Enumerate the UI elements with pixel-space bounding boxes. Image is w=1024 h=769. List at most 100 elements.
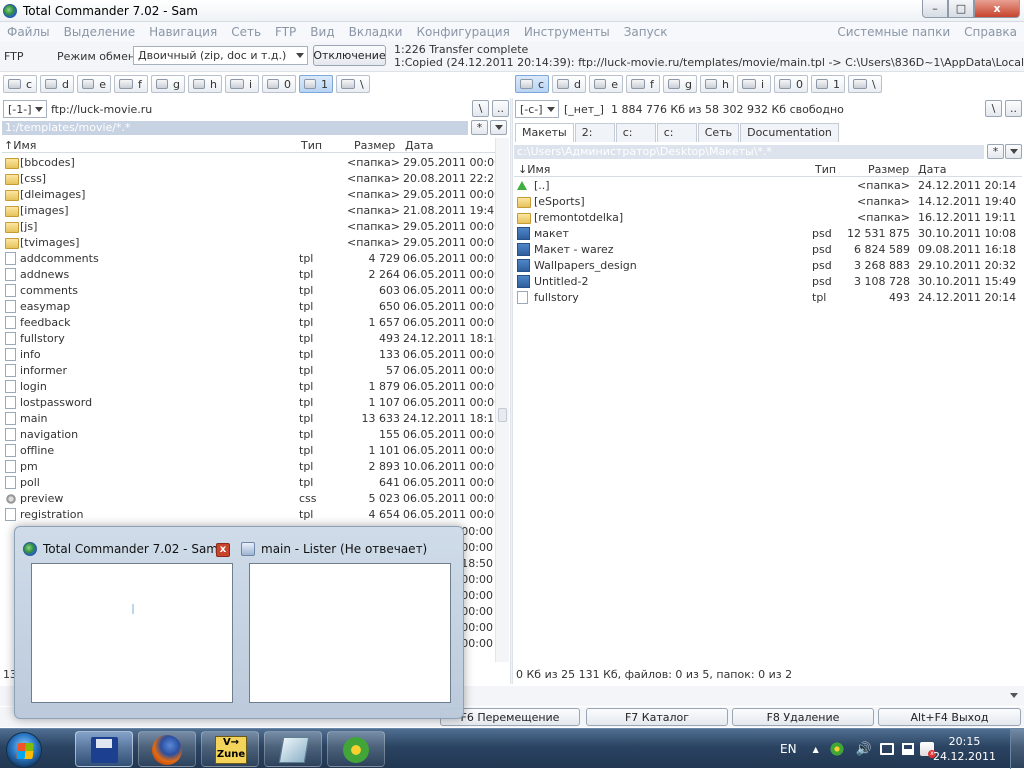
table-row[interactable]: [eSports] <папка> 14.12.2011 19:40 [514, 194, 1022, 210]
left-drive-9[interactable]: \ [336, 75, 370, 93]
right-drive-4[interactable]: g [663, 75, 697, 93]
table-row[interactable]: fullstory tpl 493 24.12.2011 18:14 [2, 331, 495, 347]
left-drive-3[interactable]: f [114, 75, 148, 93]
right-drive-8[interactable]: 1 [811, 75, 845, 93]
table-row[interactable]: lostpassword tpl 1 107 06.05.2011 00:00 [2, 395, 495, 411]
language-indicator[interactable]: EN [780, 742, 797, 756]
clock[interactable]: 20:15 24.12.2011 [933, 734, 996, 764]
transfer-mode-select[interactable]: Двоичный (zip, doc и т.д.) [133, 46, 308, 65]
table-row[interactable]: info tpl 133 06.05.2011 00:00 [2, 347, 495, 363]
left-drive-5[interactable]: h [188, 75, 222, 93]
right-drive-2[interactable]: e [589, 75, 623, 93]
tab-4[interactable]: Сеть [697, 123, 740, 142]
menu-item-9[interactable]: Запуск [617, 25, 675, 39]
left-drive-1[interactable]: d [40, 75, 74, 93]
menu-item-4[interactable]: FTP [268, 25, 303, 39]
taskbar-save-disk[interactable] [75, 731, 133, 767]
menu-item-right-0[interactable]: Системные папки [830, 25, 957, 39]
header-size[interactable]: Размер [354, 139, 395, 152]
right-drive-6[interactable]: i [737, 75, 771, 93]
thumbnail-lister[interactable]: main - Lister (Не отвечает) [241, 535, 455, 707]
table-row[interactable]: addnews tpl 2 264 06.05.2011 00:00 [2, 267, 495, 283]
table-row[interactable]: login tpl 1 879 06.05.2011 00:00 [2, 379, 495, 395]
header-date[interactable]: Дата [918, 163, 946, 176]
table-row[interactable]: main tpl 13 633 24.12.2011 18:11 [2, 411, 495, 427]
table-row[interactable]: [tvimages] <папка> 29.05.2011 00:00 [2, 235, 495, 251]
table-row[interactable]: addcomments tpl 4 729 06.05.2011 00:00 [2, 251, 495, 267]
power-icon[interactable] [901, 743, 914, 755]
left-drive-2[interactable]: e [77, 75, 111, 93]
menu-item-1[interactable]: Выделение [57, 25, 142, 39]
taskbar-firefox[interactable] [138, 731, 196, 767]
table-row[interactable]: макет psd 12 531 875 30.10.2011 10:08 [514, 226, 1022, 242]
right-drive-0[interactable]: c [515, 75, 549, 93]
right-drive-9[interactable]: \ [848, 75, 882, 93]
header-type[interactable]: Тип [301, 139, 322, 152]
left-drive-combo[interactable]: [-1-] [3, 100, 47, 118]
disconnect-button[interactable]: Отключение [313, 45, 386, 66]
icq-tray-icon[interactable] [829, 742, 844, 756]
menu-item-5[interactable]: Вид [303, 25, 341, 39]
table-row[interactable]: navigation tpl 155 06.05.2011 00:00 [2, 427, 495, 443]
tab-0[interactable]: Макеты [515, 123, 574, 142]
table-row[interactable]: Wallpapers_design psd 3 268 883 29.10.2011 … [514, 258, 1022, 274]
volume-icon[interactable]: 🔊 [856, 742, 872, 757]
table-row[interactable]: feedback tpl 1 657 06.05.2011 00:00 [2, 315, 495, 331]
left-history-button[interactable]: * [471, 120, 488, 135]
header-name[interactable]: ↓Имя [518, 163, 550, 176]
right-drive-5[interactable]: h [700, 75, 734, 93]
header-size[interactable]: Размер [868, 163, 909, 176]
show-desktop-button[interactable] [1010, 729, 1024, 769]
close-button[interactable]: x [974, 0, 1020, 18]
table-row[interactable]: [..] <папка> 24.12.2011 20:14 [514, 178, 1022, 194]
right-drive-3[interactable]: f [626, 75, 660, 93]
left-drive-7[interactable]: 0 [262, 75, 296, 93]
action-center-flag-icon[interactable]: x [919, 742, 936, 758]
taskbar-icq[interactable] [327, 731, 385, 767]
right-root-button[interactable]: \ [985, 100, 1002, 117]
left-drive-8[interactable]: 1 [299, 75, 333, 93]
header-name[interactable]: ↑Имя [4, 139, 36, 152]
menu-item-7[interactable]: Конфигурация [409, 25, 516, 39]
left-drive-0[interactable]: c [3, 75, 37, 93]
network-icon[interactable] [879, 743, 894, 755]
menu-item-6[interactable]: Вкладки [342, 25, 410, 39]
table-row[interactable]: preview css 5 023 06.05.2011 00:00 [2, 491, 495, 507]
table-row[interactable]: [dleimages] <папка> 29.05.2011 00:00 [2, 187, 495, 203]
table-row[interactable]: pm tpl 2 893 10.06.2011 00:00 [2, 459, 495, 475]
table-row[interactable]: [images] <папка> 21.08.2011 19:43 [2, 203, 495, 219]
taskbar-notepad[interactable] [264, 731, 322, 767]
right-up-button[interactable]: .. [1005, 100, 1022, 117]
table-row[interactable]: Макет - warez psd 6 824 589 09.08.2011 16:1… [514, 242, 1022, 258]
table-row[interactable]: registration tpl 4 654 06.05.2011 00:00 [2, 507, 495, 523]
alt-f4-exit-button[interactable]: Alt+F4 Выход [878, 708, 1021, 726]
left-drive-6[interactable]: i [225, 75, 259, 93]
tab-2[interactable]: c: [615, 123, 656, 142]
left-scrollbar[interactable] [495, 138, 509, 662]
show-hidden-icons-button[interactable]: ▲ [813, 745, 819, 754]
panel-divider[interactable] [510, 98, 513, 684]
left-drive-4[interactable]: g [151, 75, 185, 93]
menu-item-3[interactable]: Сеть [224, 25, 268, 39]
f7-mkdir-button[interactable]: F7 Каталог [586, 708, 728, 726]
table-row[interactable]: comments tpl 603 06.05.2011 00:00 [2, 283, 495, 299]
table-row[interactable]: offline tpl 1 101 06.05.2011 00:00 [2, 443, 495, 459]
thumbnail-total-commander[interactable]: Total Commander 7.02 - Sam x [23, 535, 237, 707]
table-row[interactable]: [css] <папка> 20.08.2011 22:28 [2, 171, 495, 187]
table-row[interactable]: easymap tpl 650 06.05.2011 00:00 [2, 299, 495, 315]
right-history-button[interactable]: * [987, 144, 1004, 159]
left-root-button[interactable]: \ [472, 100, 489, 117]
minimize-button[interactable]: – [922, 0, 948, 18]
left-hotlist-button[interactable] [490, 120, 507, 135]
header-date[interactable]: Дата [405, 139, 433, 152]
menu-item-8[interactable]: Инструменты [517, 25, 617, 39]
table-row[interactable]: fullstory tpl 493 24.12.2011 20:14 [514, 290, 1022, 306]
maximize-button[interactable]: □ [948, 0, 974, 18]
right-drive-7[interactable]: 0 [774, 75, 808, 93]
table-row[interactable]: poll tpl 641 06.05.2011 00:00 [2, 475, 495, 491]
close-icon[interactable]: x [216, 543, 230, 557]
table-row[interactable]: informer tpl 57 06.05.2011 00:00 [2, 363, 495, 379]
table-row[interactable]: Untitled-2 psd 3 108 728 30.10.2011 15:49 [514, 274, 1022, 290]
left-scroll-thumb[interactable] [498, 408, 507, 422]
taskbar-zune[interactable]: V→ Zune [201, 731, 259, 767]
